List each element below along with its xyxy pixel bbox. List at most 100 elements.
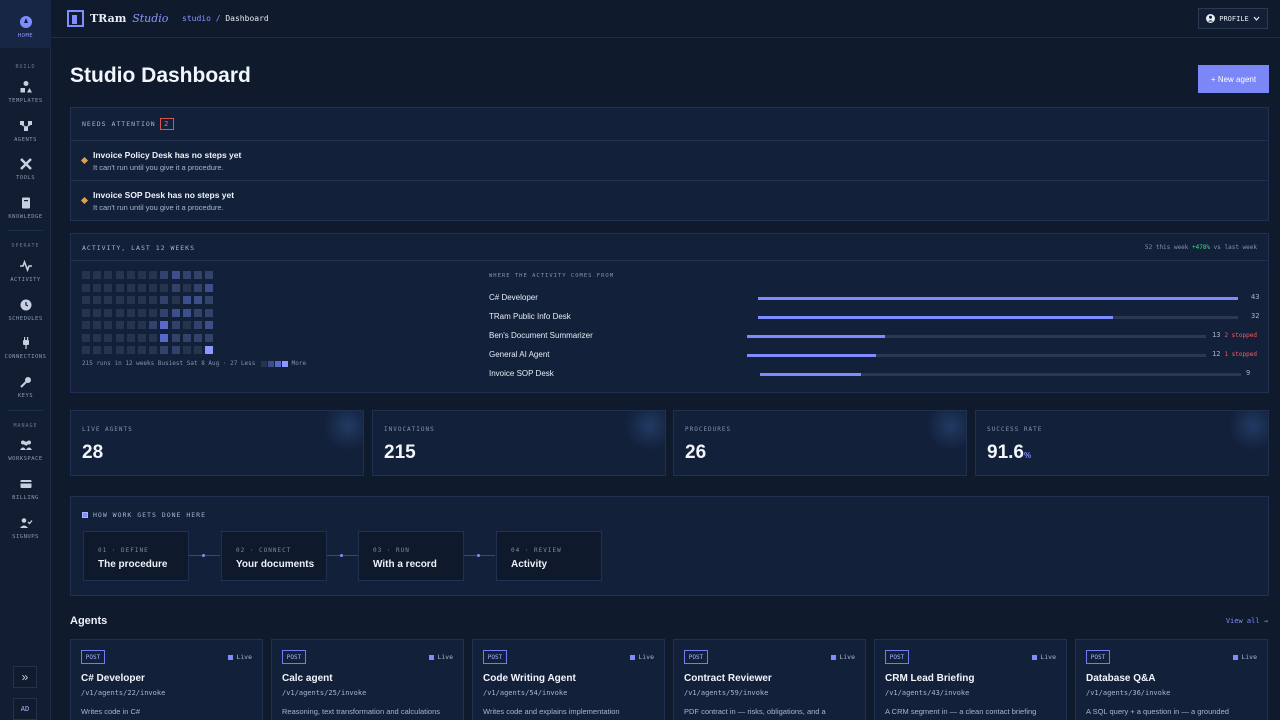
square-icon <box>82 512 88 518</box>
source-name: Invoice SOP Desk <box>489 369 554 378</box>
logo-icon[interactable] <box>67 10 84 27</box>
stat-number: 91.6 <box>987 442 1024 463</box>
nav-activity-label: ACTIVITY <box>10 277 41 283</box>
nav-agents-label: AGENTS <box>14 137 37 143</box>
week-summary-text: 52 this week <box>1145 244 1192 251</box>
nav-schedules-label: SCHEDULES <box>8 316 43 322</box>
heatmap-cell <box>160 271 169 279</box>
attention-item-title: Invoice SOP Desk has no steps yet <box>93 190 235 200</box>
nav-knowledge-label: KNOWLEDGE <box>8 214 43 220</box>
step-card[interactable]: 04 · REVIEW Activity <box>496 531 602 581</box>
source-value: 12 1 stopped <box>1212 350 1257 358</box>
nav-connections-label: CONNECTIONS <box>4 354 47 360</box>
view-all-link[interactable]: View all → <box>1226 617 1268 625</box>
warning-icon <box>80 156 89 165</box>
heatmap-cell <box>194 271 202 279</box>
status-label: Live <box>1241 653 1257 661</box>
status-badge: Live <box>831 653 855 661</box>
heatmap-cell <box>82 308 90 317</box>
heatmap-cell <box>138 346 146 354</box>
expand-sidebar-button[interactable]: » <box>13 666 37 688</box>
agent-endpoint: /v1/agents/22/invoke <box>81 689 166 697</box>
attention-item[interactable]: Invoice Policy Desk has no steps yet It … <box>71 140 1268 180</box>
agent-card[interactable]: POST Live CRM Lead Briefing/v1/agents/43/i… <box>874 639 1067 720</box>
nav-connections[interactable]: CONNECTIONS <box>0 336 51 360</box>
profile-label: PROFILE <box>1219 14 1249 23</box>
attention-count-badge: 2 <box>159 118 174 130</box>
heatmap-cell <box>138 271 146 279</box>
home-icon <box>19 16 32 28</box>
step-card[interactable]: 03 · RUN With a record <box>358 531 464 581</box>
heatmap-cell <box>93 346 102 354</box>
brand[interactable]: TRam Studio <box>90 12 168 25</box>
stat-value: 28 <box>82 442 103 464</box>
heatmap-cell <box>138 333 146 342</box>
nav-signups[interactable]: SIGNUPS <box>0 516 51 540</box>
step-card[interactable]: 02 · CONNECT Your documents <box>221 531 327 581</box>
source-count: 13 <box>1212 331 1221 339</box>
stat-number: 28 <box>82 442 104 463</box>
heatmap-legend: 215 runs in 12 weeks Busiest Sat 8 Aug ·… <box>82 360 306 367</box>
nav-home[interactable]: HOME <box>0 0 51 48</box>
method-badge: POST <box>282 650 306 664</box>
step-title: Your documents <box>236 559 315 570</box>
stat-card-procedures: PROCEDURES 26 <box>673 410 967 476</box>
nav-group-build: BUILD <box>15 64 36 70</box>
agent-endpoint: /v1/agents/36/invoke <box>1086 689 1171 697</box>
nav-templates[interactable]: TEMPLATES <box>0 80 51 104</box>
heatmap-cell <box>138 296 146 304</box>
nav-workspace[interactable]: WORKSPACE <box>0 438 51 462</box>
source-name: General AI Agent <box>489 350 550 359</box>
agent-description: Writes code in C# <box>81 707 141 716</box>
heatmap-cell <box>171 333 180 342</box>
agent-card[interactable]: POST Live C# Developer/v1/agents/22/invoke… <box>70 639 263 720</box>
agent-card[interactable]: POST Live Code Writing Agent/v1/agents/54/… <box>472 639 665 720</box>
heatmap-cell <box>138 283 146 292</box>
avatar[interactable]: AD <box>13 698 37 720</box>
nav-knowledge[interactable]: KNOWLEDGE <box>0 196 51 220</box>
nav-activity[interactable]: ACTIVITY <box>0 259 51 283</box>
live-indicator-icon <box>630 654 636 660</box>
user-icon <box>1206 14 1216 23</box>
heatmap-cell <box>149 346 158 354</box>
activity-heading: ACTIVITY, LAST 12 WEEKS <box>82 244 196 252</box>
nav-workspace-label: WORKSPACE <box>8 456 43 462</box>
warning-icon <box>80 196 89 205</box>
heatmap-cell <box>82 283 90 292</box>
nav-keys[interactable]: KEYS <box>0 375 51 399</box>
chevron-down-icon <box>1253 16 1260 21</box>
heatmap-cell <box>115 296 124 304</box>
nav-schedules[interactable]: SCHEDULES <box>0 298 51 322</box>
heatmap-cell <box>205 333 214 342</box>
heatmap-cell <box>115 283 124 292</box>
agent-card[interactable]: POST Live Calc agent/v1/agents/25/invoke Re… <box>271 639 464 720</box>
nav-agents[interactable]: AGENTS <box>0 119 51 143</box>
legend-swatch <box>282 360 289 367</box>
heatmap-cell <box>194 333 202 342</box>
new-agent-button[interactable]: + New agent <box>1198 65 1269 93</box>
attention-item[interactable]: Invoice SOP Desk has no steps yet It can… <box>71 180 1268 220</box>
source-stopped: 1 stopped <box>1224 351 1257 358</box>
status-badge: Live <box>630 653 654 661</box>
how-heading-text: HOW WORK GETS DONE HERE <box>93 511 207 519</box>
agent-card[interactable]: POST Live Database Q&A/v1/agents/36/invoke… <box>1075 639 1268 720</box>
status-badge: Live <box>228 653 252 661</box>
agent-card[interactable]: POST Live Contract Reviewer/v1/agents/59/i… <box>673 639 866 720</box>
heatmap-cell <box>138 321 146 329</box>
nav-tools[interactable]: TOOLS <box>0 157 51 181</box>
nav-billing[interactable]: BILLING <box>0 477 51 501</box>
stat-number: 215 <box>384 442 416 463</box>
profile-button[interactable]: PROFILE <box>1198 8 1268 29</box>
source-stopped: 2 stopped <box>1224 332 1257 339</box>
breadcrumb-root[interactable]: studio <box>182 14 211 23</box>
nav-separator <box>8 230 43 231</box>
step-connector <box>464 554 495 557</box>
brand-main: TRam <box>90 12 127 25</box>
agent-name: CRM Lead Briefing <box>885 673 975 684</box>
step-card[interactable]: 01 · DEFINE The procedure <box>83 531 189 581</box>
user-check-icon <box>19 518 32 528</box>
agent-description: A CRM segment in — a clean contact brief… <box>885 707 1037 716</box>
needs-attention-heading: NEEDS ATTENTION 2 <box>82 118 174 130</box>
status-label: Live <box>638 653 654 661</box>
method-badge: POST <box>483 650 507 664</box>
